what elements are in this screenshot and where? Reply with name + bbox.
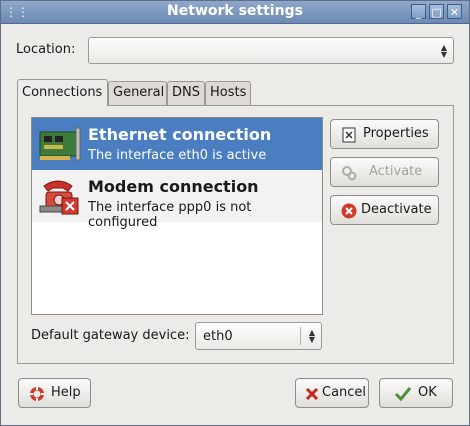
gateway-label: Default gateway device: [31,328,190,343]
ok-label: OK [418,385,437,400]
minimize-button[interactable]: _ [411,4,426,19]
combo-arrows-icon: ▲ ▼ [440,42,447,59]
tab-dns[interactable]: DNS [167,81,205,105]
location-label: Location: [16,42,76,57]
cancel-button[interactable]: Cancel [295,378,369,408]
combo-separator [300,327,301,345]
activate-label: Activate [369,164,423,179]
connection-description: The interface ppp0 is not configured [88,200,252,230]
connections-list[interactable]: Ethernet connection The interface eth0 i… [31,117,323,315]
tab-general[interactable]: General [108,81,167,105]
window-title: Network settings [167,3,303,19]
combo-arrows-icon: ▲ ▼ [308,328,315,344]
ok-button[interactable]: OK [379,378,453,408]
properties-icon [341,126,357,143]
deactivate-button[interactable]: Deactivate [330,195,439,225]
properties-label: Properties [363,126,429,141]
network-settings-window: ⋮⋮ Network settings _ □ ✕ Location: ▲ ▼ C… [0,0,470,426]
gateway-device-combo[interactable]: eth0 ▲ ▼ [195,322,322,350]
close-window-button[interactable]: ✕ [447,4,462,19]
cancel-x-icon [304,385,320,401]
cancel-label: Cancel [322,385,367,400]
location-combo[interactable]: ▲ ▼ [88,37,454,64]
list-item-ethernet[interactable]: Ethernet connection The interface eth0 i… [32,118,322,170]
stop-icon [341,202,357,219]
connection-name: Modem connection [88,177,259,196]
connection-description: The interface eth0 is active [88,148,267,163]
tab-connections[interactable]: Connections [17,79,108,106]
deactivate-label: Deactivate [361,202,432,217]
checkmark-icon [394,385,412,402]
help-button[interactable]: Help [18,378,91,408]
lifebuoy-icon [29,385,45,401]
modem-phone-icon [38,176,82,216]
gears-icon [341,164,357,181]
connection-name: Ethernet connection [88,125,272,144]
list-item-modem[interactable]: Modem connection The interface ppp0 is n… [32,170,322,230]
help-label: Help [51,385,81,400]
network-card-icon [38,124,82,164]
gateway-value: eth0 [203,329,233,344]
properties-button[interactable]: Properties [330,119,439,149]
activate-button[interactable]: Activate [330,157,439,187]
maximize-button[interactable]: □ [429,4,444,19]
titlebar[interactable]: ⋮⋮ Network settings _ □ ✕ [1,1,469,24]
tab-hosts[interactable]: Hosts [205,81,251,105]
